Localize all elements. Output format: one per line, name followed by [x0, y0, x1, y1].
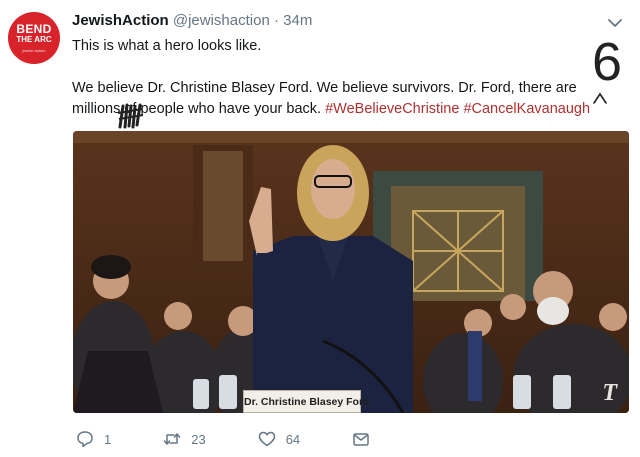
- separator-dot: ·: [273, 12, 279, 29]
- retweet-count: 23: [191, 431, 206, 447]
- retweet-icon: [163, 433, 181, 445]
- avatar[interactable]: BEND THE ARC jewish action: [8, 12, 60, 64]
- tweet-actions: 1 23 64: [76, 428, 422, 450]
- chevron-down-icon[interactable]: [606, 16, 624, 30]
- nameplate: Dr. Christine Blasey Ford: [243, 390, 369, 413]
- reply-count: 1: [104, 431, 112, 447]
- reply-button[interactable]: 1: [76, 430, 111, 448]
- avatar-line1: BEND: [16, 22, 52, 36]
- tweet-text-body: We believe Dr. Christine Blasey Ford. We…: [72, 78, 612, 120]
- like-count: 64: [285, 431, 301, 447]
- message-button[interactable]: [352, 430, 370, 448]
- tweet-photo[interactable]: Dr. Christine Blasey Ford T: [73, 131, 629, 413]
- hashtag-cancelkavanaugh[interactable]: #CancelKavanaugh: [463, 101, 590, 117]
- handwritten-caret: [593, 92, 607, 104]
- message-icon: [353, 433, 369, 446]
- svg-text:6: 6: [592, 32, 622, 90]
- hearing-photo: [73, 131, 629, 413]
- avatar-line2: THE ARC: [16, 35, 52, 44]
- tweet-header: JewishAction @jewishaction · 34m: [72, 12, 600, 32]
- handwritten-scribble: [117, 103, 144, 129]
- like-icon: [258, 431, 275, 447]
- handwritten-six: 6: [592, 32, 622, 90]
- timestamp[interactable]: 34m: [283, 12, 312, 29]
- like-button[interactable]: 64: [258, 430, 300, 448]
- avatar-line3: jewish action: [22, 48, 46, 53]
- reply-icon: [77, 431, 93, 448]
- tweet-text-line1: This is what a hero looks like.: [72, 38, 262, 54]
- tweet-text: This is what a hero looks like. We belie…: [72, 36, 612, 120]
- hashtag-webelievechristine[interactable]: #WeBelieveChristine: [325, 101, 459, 117]
- user-handle[interactable]: @jewishaction: [173, 12, 270, 29]
- display-name[interactable]: JewishAction: [72, 12, 169, 29]
- retweet-button[interactable]: 23: [163, 430, 206, 448]
- watermark-logo: T: [602, 380, 617, 406]
